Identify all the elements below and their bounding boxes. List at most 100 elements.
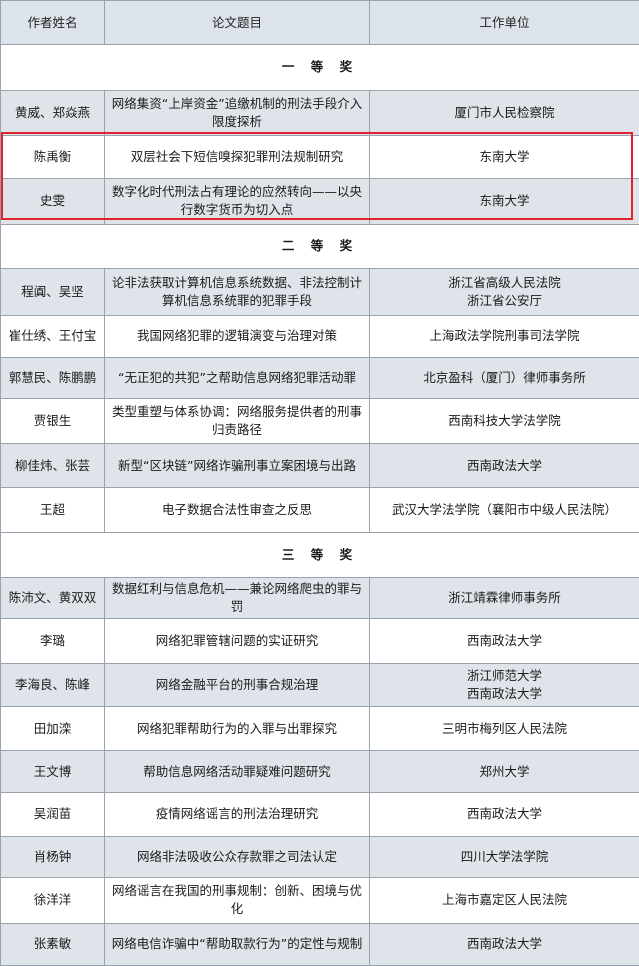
author-cell: 李璐: [0, 618, 105, 664]
author-cell: 崔仕绣、王付宝: [0, 315, 105, 358]
section-row: 三 等 奖: [0, 531, 639, 579]
unit-line: 浙江师范大学: [466, 667, 542, 683]
section-row: 二 等 奖: [0, 223, 639, 269]
title-cell: 类型重塑与体系协调：网络服务提供者的刑事归责路径: [104, 397, 370, 445]
unit-line: 西南政法大学: [466, 685, 542, 701]
author-cell: 郭慧民、陈鹏鹏: [0, 356, 105, 399]
title-cell: 疫情网络谣言的刑法治理研究: [104, 791, 370, 837]
title-cell: 数字化时代刑法占有理论的应然转向——以央行数字货币为切入点: [104, 178, 370, 225]
header-unit: 工作单位: [369, 0, 639, 46]
table-row: 崔仕绣、王付宝 我国网络犯罪的逻辑演变与治理对策 上海政法学院刑事司法学院: [0, 315, 639, 358]
unit-line: 北京盈科（厦门）律师事务所: [423, 369, 586, 385]
table-row: 田加滦 网络犯罪帮助行为的入罪与出罪探究 三明市梅列区人民法院: [0, 706, 639, 752]
title-cell: 网络犯罪帮助行为的入罪与出罪探究: [104, 706, 370, 752]
unit-line: 浙江靖霖律师事务所: [448, 590, 561, 606]
unit-line: 西南政法大学: [466, 936, 542, 952]
table-row: 徐洋洋 网络谣言在我国的刑事规制：创新、困境与优化 上海市嘉定区人民法院: [0, 877, 639, 924]
author-cell: 肖杨钟: [0, 835, 105, 879]
unit-line: 武汉大学法学院（襄阳市中级人民法院）: [391, 502, 617, 518]
header-title: 论文题目: [104, 0, 370, 46]
table-row: 王超 电子数据合法性审查之反思 武汉大学法学院（襄阳市中级人民法院）: [0, 487, 639, 533]
unit-line: 西南政法大学: [466, 633, 542, 649]
table-row: 李海良、陈峰 网络金融平台的刑事合规治理 浙江师范大学 西南政法大学: [0, 662, 639, 708]
author-cell: 徐洋洋: [0, 877, 105, 924]
unit-line: 浙江省公安厅: [466, 293, 542, 309]
header-row: 作者姓名 论文题目 工作单位: [0, 0, 639, 46]
awards-table: 作者姓名 论文题目 工作单位 一 等 奖黄威、郑焱燕 网络集资“上岸资金”追缴机制…: [0, 0, 639, 966]
table-row: 贾银生 类型重塑与体系协调：网络服务提供者的刑事归责路径 西南科技大学法学院: [0, 397, 639, 445]
header-author: 作者姓名: [0, 0, 105, 46]
unit-cell: 北京盈科（厦门）律师事务所: [369, 356, 639, 399]
table-row: 陈沛文、黄双双 数据红利与信息危机——兼论网络爬虫的罪与罚 浙江靖霖律师事务所: [0, 577, 639, 620]
title-cell: 双层社会下短信嗅探犯罪刑法规制研究: [104, 134, 370, 180]
table-row: 郭慧民、陈鹏鹏 “无正犯的共犯”之帮助信息网络犯罪活动罪 北京盈科（厦门）律师事务所: [0, 356, 639, 399]
title-cell: 电子数据合法性审查之反思: [104, 487, 370, 533]
section-label: 三 等 奖: [0, 531, 639, 579]
author-cell: 程阗、吴坚: [0, 267, 105, 317]
author-cell: 史雯: [0, 178, 105, 225]
table-row: 王文博 帮助信息网络活动罪疑难问题研究 郑州大学: [0, 750, 639, 793]
title-cell: 网络谣言在我国的刑事规制：创新、困境与优化: [104, 877, 370, 924]
table-row: 程阗、吴坚 论非法获取计算机信息系统数据、非法控制计算机信息系统罪的犯罪手段 浙江省…: [0, 267, 639, 317]
unit-cell: 浙江靖霖律师事务所: [369, 577, 639, 620]
unit-line: 东南大学: [479, 193, 530, 209]
title-cell: “无正犯的共犯”之帮助信息网络犯罪活动罪: [104, 356, 370, 399]
unit-cell: 东南大学: [369, 178, 639, 225]
author-cell: 陈沛文、黄双双: [0, 577, 105, 620]
table-row: 陈禹衡 双层社会下短信嗅探犯罪刑法规制研究 东南大学: [0, 134, 639, 180]
title-cell: 论非法获取计算机信息系统数据、非法控制计算机信息系统罪的犯罪手段: [104, 267, 370, 317]
title-cell: 网络集资“上岸资金”追缴机制的刑法手段介入限度探析: [104, 89, 370, 136]
unit-cell: 厦门市人民检察院: [369, 89, 639, 136]
unit-line: 上海政法学院刑事司法学院: [429, 328, 580, 344]
unit-line: 三明市梅列区人民法院: [441, 720, 567, 736]
title-cell: 网络电信诈骗中“帮助取款行为”的定性与规制: [104, 922, 370, 966]
title-cell: 新型“区块链”网络诈骗刑事立案困境与出路: [104, 443, 370, 489]
author-cell: 张素敏: [0, 922, 105, 966]
author-cell: 柳佳炜、张芸: [0, 443, 105, 489]
unit-line: 西南政法大学: [466, 806, 542, 822]
table-row: 柳佳炜、张芸 新型“区块链”网络诈骗刑事立案困境与出路 西南政法大学: [0, 443, 639, 489]
unit-cell: 上海市嘉定区人民法院: [369, 877, 639, 924]
unit-line: 上海市嘉定区人民法院: [441, 892, 567, 908]
section-row: 一 等 奖: [0, 44, 639, 91]
unit-line: 西南科技大学法学院: [448, 413, 561, 428]
section-label: 一 等 奖: [0, 44, 639, 91]
unit-cell: 东南大学: [369, 134, 639, 180]
unit-line: 厦门市人民检察院: [454, 104, 555, 120]
author-cell: 吴润苗: [0, 791, 105, 837]
title-cell: 网络犯罪管辖问题的实证研究: [104, 618, 370, 664]
unit-cell: 四川大学法学院: [369, 835, 639, 879]
table-row: 李璐 网络犯罪管辖问题的实证研究 西南政法大学: [0, 618, 639, 664]
unit-cell: 郑州大学: [369, 750, 639, 793]
author-cell: 李海良、陈峰: [0, 662, 105, 708]
table-row: 吴润苗 疫情网络谣言的刑法治理研究 西南政法大学: [0, 791, 639, 837]
unit-line: 东南大学: [479, 149, 530, 165]
table-row: 史雯 数字化时代刑法占有理论的应然转向——以央行数字货币为切入点 东南大学: [0, 178, 639, 225]
unit-cell: 西南政法大学: [369, 922, 639, 966]
author-cell: 陈禹衡: [0, 134, 105, 180]
unit-cell: 三明市梅列区人民法院: [369, 706, 639, 752]
title-cell: 我国网络犯罪的逻辑演变与治理对策: [104, 315, 370, 358]
author-cell: 田加滦: [0, 706, 105, 752]
unit-line: 西南政法大学: [466, 457, 542, 473]
section-label: 二 等 奖: [0, 223, 639, 269]
unit-cell: 浙江师范大学 西南政法大学: [369, 662, 639, 708]
title-cell: 网络非法吸收公众存款罪之司法认定: [104, 835, 370, 879]
unit-cell: 西南政法大学: [369, 618, 639, 664]
author-cell: 王文博: [0, 750, 105, 793]
author-cell: 黄威、郑焱燕: [0, 89, 105, 136]
author-cell: 贾银生: [0, 397, 105, 445]
unit-cell: 西南科技大学法学院: [369, 397, 639, 445]
unit-line: 浙江省高级人民法院: [448, 275, 561, 291]
table-row: 黄威、郑焱燕 网络集资“上岸资金”追缴机制的刑法手段介入限度探析 厦门市人民检察院: [0, 89, 639, 136]
unit-cell: 西南政法大学: [369, 791, 639, 837]
title-cell: 数据红利与信息危机——兼论网络爬虫的罪与罚: [104, 577, 370, 620]
author-cell: 王超: [0, 487, 105, 533]
table-row: 肖杨钟 网络非法吸收公众存款罪之司法认定 四川大学法学院: [0, 835, 639, 879]
unit-line: 四川大学法学院: [460, 849, 549, 865]
title-cell: 网络金融平台的刑事合规治理: [104, 662, 370, 708]
unit-cell: 西南政法大学: [369, 443, 639, 489]
unit-cell: 上海政法学院刑事司法学院: [369, 315, 639, 358]
title-cell: 帮助信息网络活动罪疑难问题研究: [104, 750, 370, 793]
unit-cell: 浙江省高级人民法院 浙江省公安厅: [369, 267, 639, 317]
